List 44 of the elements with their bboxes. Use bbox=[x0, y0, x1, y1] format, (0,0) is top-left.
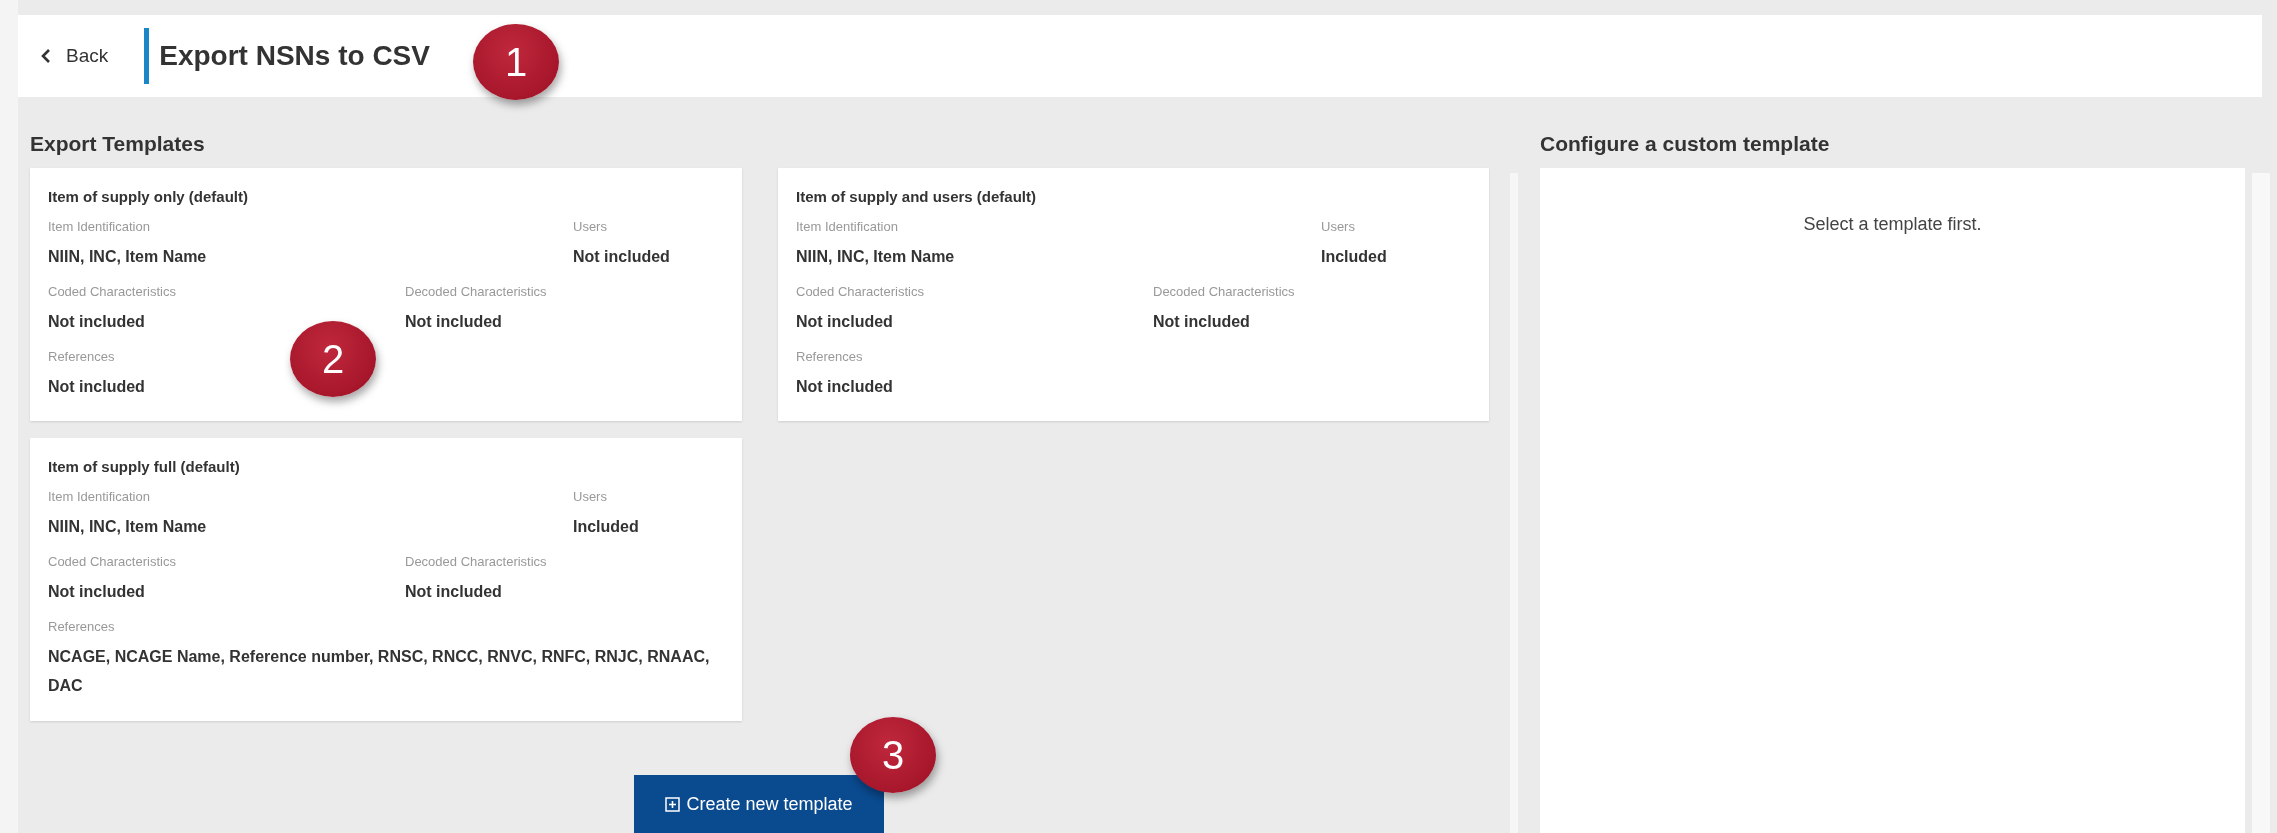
field-value: Included bbox=[1321, 247, 1387, 267]
card-title: Item of supply only (default) bbox=[48, 188, 249, 205]
back-link[interactable]: Back bbox=[40, 45, 109, 67]
field-value: Not included bbox=[48, 376, 145, 397]
field-value: Not included bbox=[1153, 311, 1250, 332]
page-title: Export NSNs to CSV bbox=[159, 40, 430, 72]
field-value: NIIN, INC, Item Name bbox=[48, 247, 207, 267]
chevron-left-icon bbox=[40, 48, 52, 64]
field-value: Not included bbox=[405, 582, 502, 603]
card-title: Item of supply full (default) bbox=[48, 458, 241, 476]
field-label: Coded Characteristics bbox=[48, 283, 176, 299]
field-label: Item Identification bbox=[48, 489, 150, 505]
field-label: Decoded Characteristics bbox=[405, 283, 547, 299]
template-card[interactable]: Item of supply and users (default) Item Identification NIIN, INC, Item Name Users Included Coded Characteristics Not included Decoded Characteristics Not included References Not included bbox=[778, 168, 1489, 422]
field-label: Decoded Characteristics bbox=[405, 554, 547, 570]
field-value: NIIN, INC, Item Name bbox=[48, 517, 207, 538]
field-label: Users bbox=[573, 219, 607, 234]
field-label: Users bbox=[573, 489, 607, 505]
field-value: Not included bbox=[573, 247, 670, 267]
field-label: Item Identification bbox=[796, 219, 898, 234]
field-value: Not included bbox=[48, 311, 145, 332]
card-title: Item of supply and users (default) bbox=[796, 188, 1038, 205]
empty-message: Select a template first. bbox=[1803, 214, 1982, 236]
field-label: Item Identification bbox=[48, 219, 150, 234]
field-value: Not included bbox=[48, 582, 145, 603]
template-card[interactable] bbox=[30, 438, 742, 721]
field-value: Not included bbox=[405, 311, 502, 332]
field-label: References bbox=[796, 348, 863, 364]
field-value: NCAGE, NCAGE Name, Reference number, RNSC, RNCC, RNVC, RNFC, RNJC, RNAAC, DAC bbox=[48, 647, 711, 696]
section-heading: Export Templates bbox=[30, 132, 206, 156]
field-label: Decoded Characteristics bbox=[1153, 283, 1295, 299]
field-value: Not included bbox=[796, 311, 893, 332]
plus-box-icon bbox=[665, 796, 681, 812]
field-label: References bbox=[48, 619, 115, 634]
field-value: NIIN, INC, Item Name bbox=[796, 247, 955, 267]
field-label: Users bbox=[1321, 219, 1355, 234]
callout-badge: 3 bbox=[850, 717, 936, 793]
field-label: References bbox=[48, 348, 115, 364]
field-value: Not included bbox=[796, 376, 893, 397]
field-label: Coded Characteristics bbox=[48, 554, 176, 570]
field-value: Included bbox=[573, 517, 639, 538]
field-label: Coded Characteristics bbox=[796, 283, 924, 299]
section-heading: Configure a custom template bbox=[1540, 132, 1831, 156]
create-template-button[interactable]: Create new template bbox=[634, 775, 884, 833]
